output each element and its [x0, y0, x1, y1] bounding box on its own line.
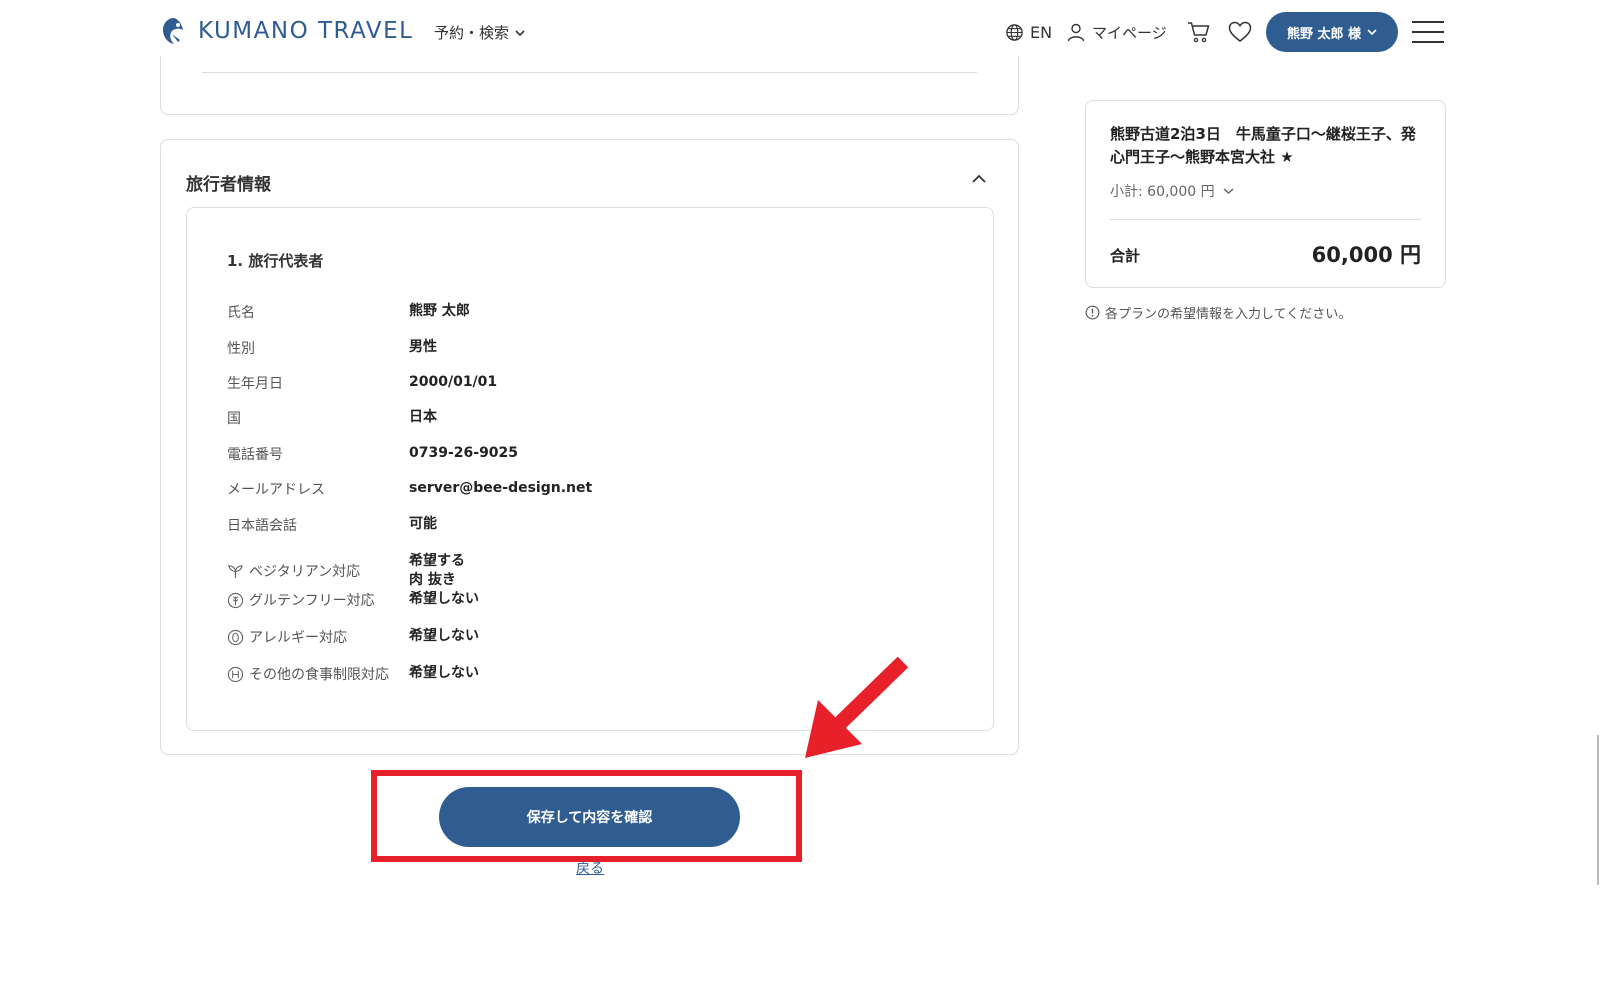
info-value: 可能	[409, 516, 437, 532]
info-row-name: 氏名 熊野 太郎	[227, 302, 470, 322]
chevron-down-icon	[1223, 188, 1234, 195]
info-label: 国	[227, 411, 241, 427]
diet-row-allergy: アレルギー対応 希望しない	[227, 627, 479, 647]
globe-icon	[1006, 23, 1023, 41]
allergy-icon	[227, 629, 244, 645]
user-name: 熊野 太郎 様	[1286, 26, 1362, 42]
diet-value-detail: 肉 抜き	[409, 572, 456, 588]
subtotal-toggle[interactable]: 小計: 60,000 円	[1110, 181, 1234, 201]
info-label: 性別	[227, 341, 255, 357]
info-row-birthdate: 生年月日 2000/01/01	[227, 373, 497, 393]
diet-label: ベジタリアン対応	[249, 564, 361, 580]
diet-value: 希望しない	[409, 591, 479, 607]
info-circle-icon	[1085, 305, 1100, 320]
representative-title: 1. 旅行代表者	[227, 252, 324, 270]
language-switch[interactable]: EN	[1005, 12, 1052, 52]
favorites-button[interactable]	[1228, 12, 1252, 52]
mypage-label: マイページ	[1092, 23, 1167, 42]
site-header: KUMANO TRAVEL 予約・検索 EN マイページ 熊野 太郎 様	[0, 0, 1600, 64]
info-row-phone: 電話番号 0739-26-9025	[227, 444, 518, 464]
info-label: 電話番号	[227, 447, 283, 463]
diet-row-other: その他の食事制限対応 希望しない	[227, 664, 479, 684]
info-row-email: メールアドレス server@bee-design.net	[227, 479, 592, 499]
subtotal-text: 小計: 60,000 円	[1110, 184, 1215, 200]
leaf-icon	[228, 564, 243, 578]
heart-icon	[1228, 21, 1252, 42]
logo-text: KUMANO TRAVEL	[198, 18, 414, 44]
total-label: 合計	[1110, 247, 1141, 265]
language-label: EN	[1030, 22, 1053, 42]
diet-label: アレルギー対応	[249, 630, 347, 646]
annotation-arrow-icon	[805, 656, 909, 758]
cart-button[interactable]	[1187, 12, 1211, 52]
wheat-icon	[227, 592, 244, 608]
diet-value: 希望する	[409, 553, 465, 569]
hamburger-menu-icon[interactable]	[1412, 21, 1444, 43]
diet-label: グルテンフリー対応	[249, 593, 375, 609]
nav-search-menu[interactable]: 予約・検索	[434, 22, 525, 43]
crow-logo-icon	[163, 18, 183, 44]
diet-value: 希望しない	[409, 628, 479, 644]
user-menu-button[interactable]: 熊野 太郎 様	[1266, 12, 1398, 52]
scrollbar[interactable]	[1597, 735, 1599, 885]
chevron-up-icon[interactable]	[970, 170, 988, 188]
previous-section-card	[160, 56, 1019, 115]
info-row-country: 国 日本	[227, 408, 437, 428]
chevron-down-icon	[1367, 29, 1377, 36]
order-summary-card: 熊野古道2泊3日 牛馬童子口〜継桜王子、発心門王子〜熊野本宮大社 ★ 小計: 6…	[1085, 100, 1446, 288]
notice-text: 各プランの希望情報を入力してください。	[1105, 307, 1352, 322]
nav-search-label: 予約・検索	[434, 24, 510, 42]
info-value: 0739-26-9025	[409, 445, 519, 461]
divider	[1110, 219, 1421, 220]
chevron-down-icon	[515, 29, 525, 36]
info-label: 氏名	[227, 305, 255, 321]
info-label: 生年月日	[227, 376, 283, 392]
info-value: 日本	[409, 409, 437, 425]
mypage-link[interactable]: マイページ	[1066, 12, 1167, 52]
total-value: 60,000 円	[1311, 243, 1421, 267]
diet-label: その他の食事制限対応	[249, 667, 389, 683]
info-value: 男性	[409, 339, 437, 355]
divider	[202, 72, 977, 73]
info-row-gender: 性別 男性	[227, 338, 437, 358]
plan-title: 熊野古道2泊3日 牛馬童子口〜継桜王子、発心門王子〜熊野本宮大社 ★	[1110, 125, 1416, 166]
info-label: メールアドレス	[227, 482, 325, 498]
diet-row-vegetarian: ベジタリアン対応 希望する 肉 抜き	[227, 552, 465, 590]
other-diet-icon	[227, 666, 244, 682]
info-row-japanese: 日本語会話 可能	[227, 515, 437, 535]
info-value: server@bee-design.net	[409, 480, 593, 496]
info-label: 日本語会話	[227, 518, 297, 534]
logo[interactable]: KUMANO TRAVEL	[160, 16, 413, 46]
notice-message: 各プランの希望情報を入力してください。	[1085, 303, 1351, 322]
section-title: 旅行者情報	[186, 175, 271, 195]
back-link[interactable]: 戻る	[570, 858, 610, 878]
cart-icon	[1188, 22, 1210, 43]
diet-value: 希望しない	[409, 665, 479, 681]
info-value: 2000/01/01	[409, 374, 498, 390]
user-icon	[1067, 23, 1085, 42]
diet-row-gluten-free: グルテンフリー対応 希望しない	[227, 590, 479, 610]
highlight-annotation-box	[371, 770, 802, 862]
info-value: 熊野 太郎	[409, 303, 470, 319]
